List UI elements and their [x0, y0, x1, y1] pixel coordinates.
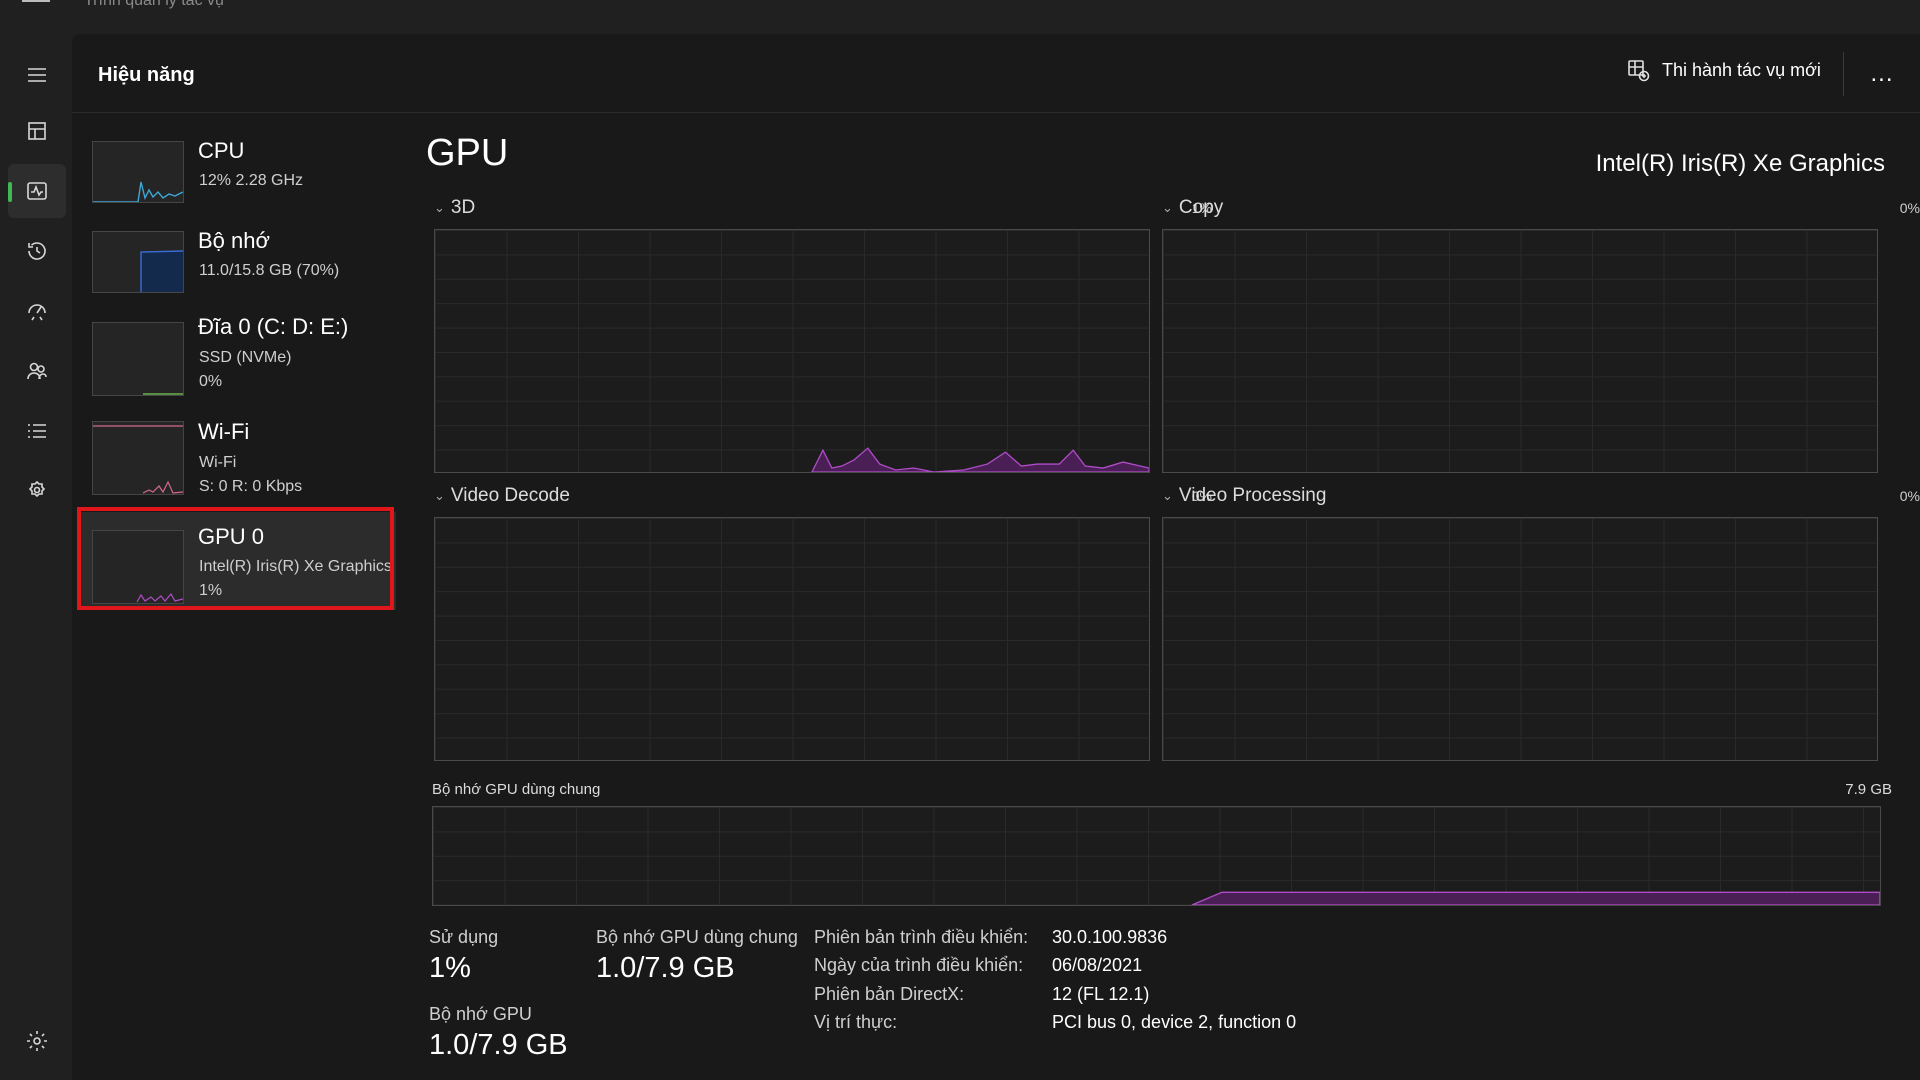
driver-version-value: 30.0.100.9836: [1052, 927, 1168, 947]
resource-detail: SSD (NVMe): [199, 349, 292, 366]
gpu-device-name: Intel(R) Iris(R) Xe Graphics: [1595, 150, 1885, 177]
nav-users[interactable]: [8, 344, 66, 398]
driver-date-value: 06/08/2021: [1052, 955, 1143, 975]
panel-percent-copy: 0%: [1899, 200, 1920, 216]
panel-label-video-decode[interactable]: ⌄ Video Decode: [434, 485, 570, 507]
hamburger-icon: [28, 68, 46, 82]
panel-title: Copy: [1178, 197, 1224, 218]
resource-detail: 11.0/15.8 GB (70%): [199, 262, 340, 279]
details-icon: [28, 424, 46, 438]
panel-percent-video-processing: 0%: [1899, 488, 1920, 504]
resource-detail: Wi-Fi: [199, 454, 237, 471]
more-options-button[interactable]: ...: [1859, 54, 1905, 94]
hamburger-menu-button[interactable]: [8, 48, 66, 102]
panel-label-copy[interactable]: ⌄ Copy: [1162, 197, 1223, 219]
shared-memory-max: 7.9 GB: [1845, 781, 1892, 798]
resource-thumb: [92, 141, 184, 203]
physical-location-label: Vị trí thực:: [814, 1012, 898, 1032]
gear-icon: [27, 1031, 47, 1051]
gpu-title: GPU: [426, 132, 509, 174]
nav-startup-apps[interactable]: [8, 284, 66, 338]
panel-title: 3D: [450, 197, 476, 218]
shared-memory-fill: [1191, 891, 1880, 905]
resource-thumb: [92, 231, 184, 293]
resource-name: Wi-Fi: [198, 419, 250, 444]
shared-memory-label: Bộ nhớ GPU dùng chung: [432, 781, 601, 798]
left-nav: [0, 34, 72, 1080]
title-bar: Trình quản lý tác vụ: [0, 0, 1920, 34]
resource-name: Đĩa 0 (C: D: E:): [198, 314, 349, 339]
new-task-icon: [1628, 60, 1650, 82]
nav-settings[interactable]: [8, 1014, 66, 1068]
graph-video-processing: [1162, 517, 1878, 761]
main-area: Hiệu năng Thi hành tác vụ mới ... CPU 12…: [72, 34, 1920, 1080]
header-divider: [1843, 52, 1844, 96]
gpu-memory-value: 1.0/7.9 GB: [429, 1029, 568, 1061]
panel-label-3d[interactable]: ⌄ 3D: [434, 197, 475, 219]
shared-memory-stat-value: 1.0/7.9 GB: [596, 952, 735, 984]
nav-performance[interactable]: [8, 164, 66, 218]
nav-processes[interactable]: [8, 104, 66, 158]
graph-shared-memory: [432, 806, 1881, 906]
usage-value: 1%: [429, 952, 471, 984]
directx-version-value: 12 (FL 12.1): [1052, 984, 1150, 1004]
run-new-task-label: Thi hành tác vụ mới: [1662, 59, 1821, 80]
resource-item-disk[interactable]: Đĩa 0 (C: D: E:) SSD (NVMe) 0%: [78, 304, 396, 402]
panel-label-video-processing[interactable]: ⌄ Video Processing: [1162, 485, 1326, 507]
graph-3d: [434, 229, 1150, 473]
graph-copy: [1162, 229, 1878, 473]
app-title: Trình quản lý tác vụ: [84, 0, 224, 9]
chevron-down-icon: ⌄: [434, 488, 445, 503]
startup-icon: [28, 304, 46, 321]
graph-video-decode: [434, 517, 1150, 761]
resource-detail: S: 0 R: 0 Kbps: [199, 478, 303, 495]
users-icon: [27, 362, 47, 380]
chevron-down-icon: ⌄: [434, 200, 445, 215]
resource-name: Bộ nhớ: [198, 228, 270, 253]
resource-detail: 12% 2.28 GHz: [199, 172, 304, 189]
processes-icon: [28, 122, 46, 140]
usage-label: Sử dụng: [429, 927, 499, 947]
driver-version-label: Phiên bản trình điều khiển:: [814, 927, 1029, 947]
directx-version-label: Phiên bản DirectX:: [814, 984, 965, 1004]
gpu-memory-label: Bộ nhớ GPU: [429, 1004, 532, 1024]
titlebar-edge: [22, 0, 50, 2]
resource-item-memory[interactable]: Bộ nhớ 11.0/15.8 GB (70%): [78, 214, 396, 312]
driver-date-label: Ngày của trình điều khiển:: [814, 955, 1024, 975]
resource-name: CPU: [198, 138, 245, 163]
physical-location-value: PCI bus 0, device 2, function 0: [1052, 1012, 1297, 1032]
resource-item-cpu[interactable]: CPU 12% 2.28 GHz: [78, 124, 396, 222]
panel-title: Video Decode: [450, 485, 570, 506]
selection-highlight: [77, 507, 394, 610]
resource-item-wifi[interactable]: Wi-Fi Wi-Fi S: 0 R: 0 Kbps: [78, 409, 396, 507]
resource-thumb: [92, 322, 184, 396]
nav-services[interactable]: [8, 464, 66, 518]
nav-app-history[interactable]: [8, 224, 66, 278]
resource-detail: 0%: [199, 373, 223, 390]
chevron-down-icon: ⌄: [1162, 200, 1173, 215]
run-new-task-button[interactable]: Thi hành tác vụ mới: [1626, 58, 1821, 82]
history-icon: [28, 242, 46, 260]
performance-icon: [27, 182, 47, 200]
panel-title: Video Processing: [1178, 485, 1327, 506]
nav-details[interactable]: [8, 404, 66, 458]
page-title: Hiệu năng: [98, 64, 195, 86]
header-separator: [72, 112, 1920, 113]
shared-memory-stat-label: Bộ nhớ GPU dùng chung: [596, 927, 798, 947]
resource-thumb: [92, 421, 184, 495]
services-icon: [28, 480, 46, 498]
chevron-down-icon: ⌄: [1162, 488, 1173, 503]
